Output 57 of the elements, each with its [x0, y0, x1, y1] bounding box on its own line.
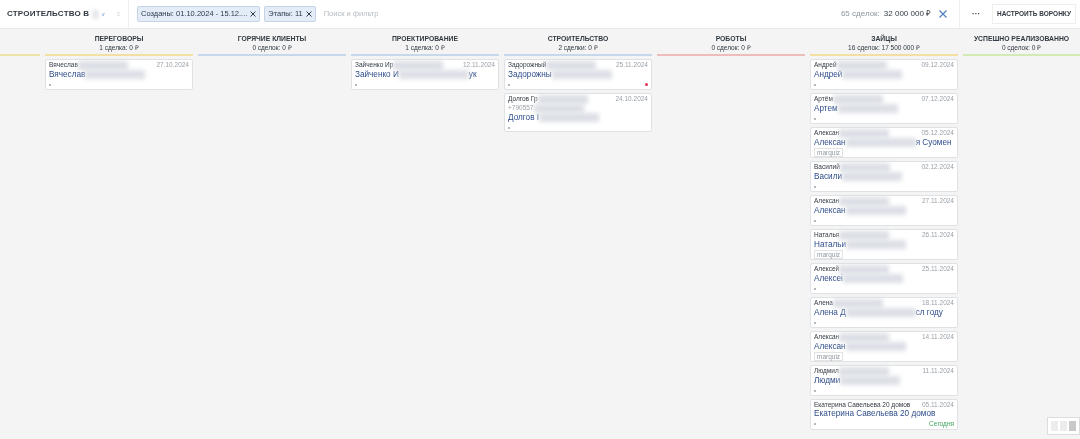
- redaction-blur: [837, 104, 898, 114]
- redaction-blur: [839, 231, 890, 240]
- close-icon[interactable]: [250, 11, 257, 17]
- redaction-blur: [842, 274, 903, 284]
- redaction-blur: [845, 206, 906, 216]
- redaction-blur: [839, 163, 890, 172]
- deal-title[interactable]: Алексан: [814, 342, 846, 351]
- redaction-blur: [842, 172, 903, 182]
- deal-title[interactable]: ук: [468, 70, 477, 79]
- deal-title[interactable]: Васили: [814, 172, 843, 181]
- redaction-blur: [551, 70, 612, 80]
- deal-title[interactable]: Алексеі: [814, 274, 843, 283]
- deal-title[interactable]: Андрей: [814, 70, 843, 79]
- redaction-blur: [839, 265, 890, 274]
- redaction-blur: [537, 95, 588, 104]
- deal-title[interactable]: Натальи: [814, 240, 847, 249]
- redaction-blur: [77, 61, 128, 70]
- redaction-blur: [845, 342, 906, 352]
- deal-title[interactable]: Зайченко И: [355, 70, 399, 79]
- redaction-blur: [546, 61, 597, 70]
- deal-title[interactable]: Артем: [814, 104, 838, 113]
- redaction-blur: [539, 113, 600, 123]
- redaction-blur: [85, 70, 146, 80]
- deal-title[interactable]: Долгов I: [508, 113, 540, 122]
- view-switch[interactable]: [1047, 417, 1080, 435]
- deal-title[interactable]: сл году: [915, 308, 943, 317]
- redaction-blur: [846, 240, 907, 250]
- deal-title[interactable]: Вячеслав: [49, 70, 86, 79]
- redaction-blur: [832, 95, 883, 104]
- redaction-blur: [845, 308, 916, 318]
- redaction-blur: [840, 376, 901, 386]
- deal-title[interactable]: Алена Д: [814, 308, 846, 317]
- redaction-blur: [93, 9, 99, 19]
- redaction-blur: [393, 61, 444, 70]
- redaction-blur: [845, 138, 916, 148]
- overdue-dot-icon: [645, 83, 648, 86]
- redaction-blur: [842, 70, 903, 80]
- close-icon[interactable]: [305, 11, 312, 17]
- redaction-blur: [836, 61, 887, 70]
- deal-title[interactable]: Алексан: [814, 138, 846, 147]
- deal-title[interactable]: Алексан: [814, 206, 846, 215]
- redaction-blur: [838, 367, 889, 376]
- redaction-blur: [839, 197, 890, 206]
- redaction-blur: [533, 104, 584, 113]
- redaction-blur: [839, 333, 890, 342]
- redaction-blur: [832, 299, 883, 308]
- redaction-blur: [839, 129, 890, 138]
- deal-title[interactable]: Людми: [814, 376, 841, 385]
- pipeline-title: СТРОИТЕЛЬСТВО В: [6, 8, 90, 20]
- deal-title[interactable]: я Суомен: [915, 138, 952, 147]
- deal-sum: 32 000 000 ₽: [883, 8, 932, 20]
- view-mode-button[interactable]: [1069, 421, 1076, 431]
- deal-count: 65 сделок:: [840, 8, 880, 20]
- redaction-blur: [398, 70, 469, 80]
- more-button[interactable]: ···: [972, 8, 981, 20]
- deal-title[interactable]: Задорожны: [508, 70, 552, 79]
- deal-title[interactable]: Екатерина Савельева 20 домов: [814, 409, 936, 418]
